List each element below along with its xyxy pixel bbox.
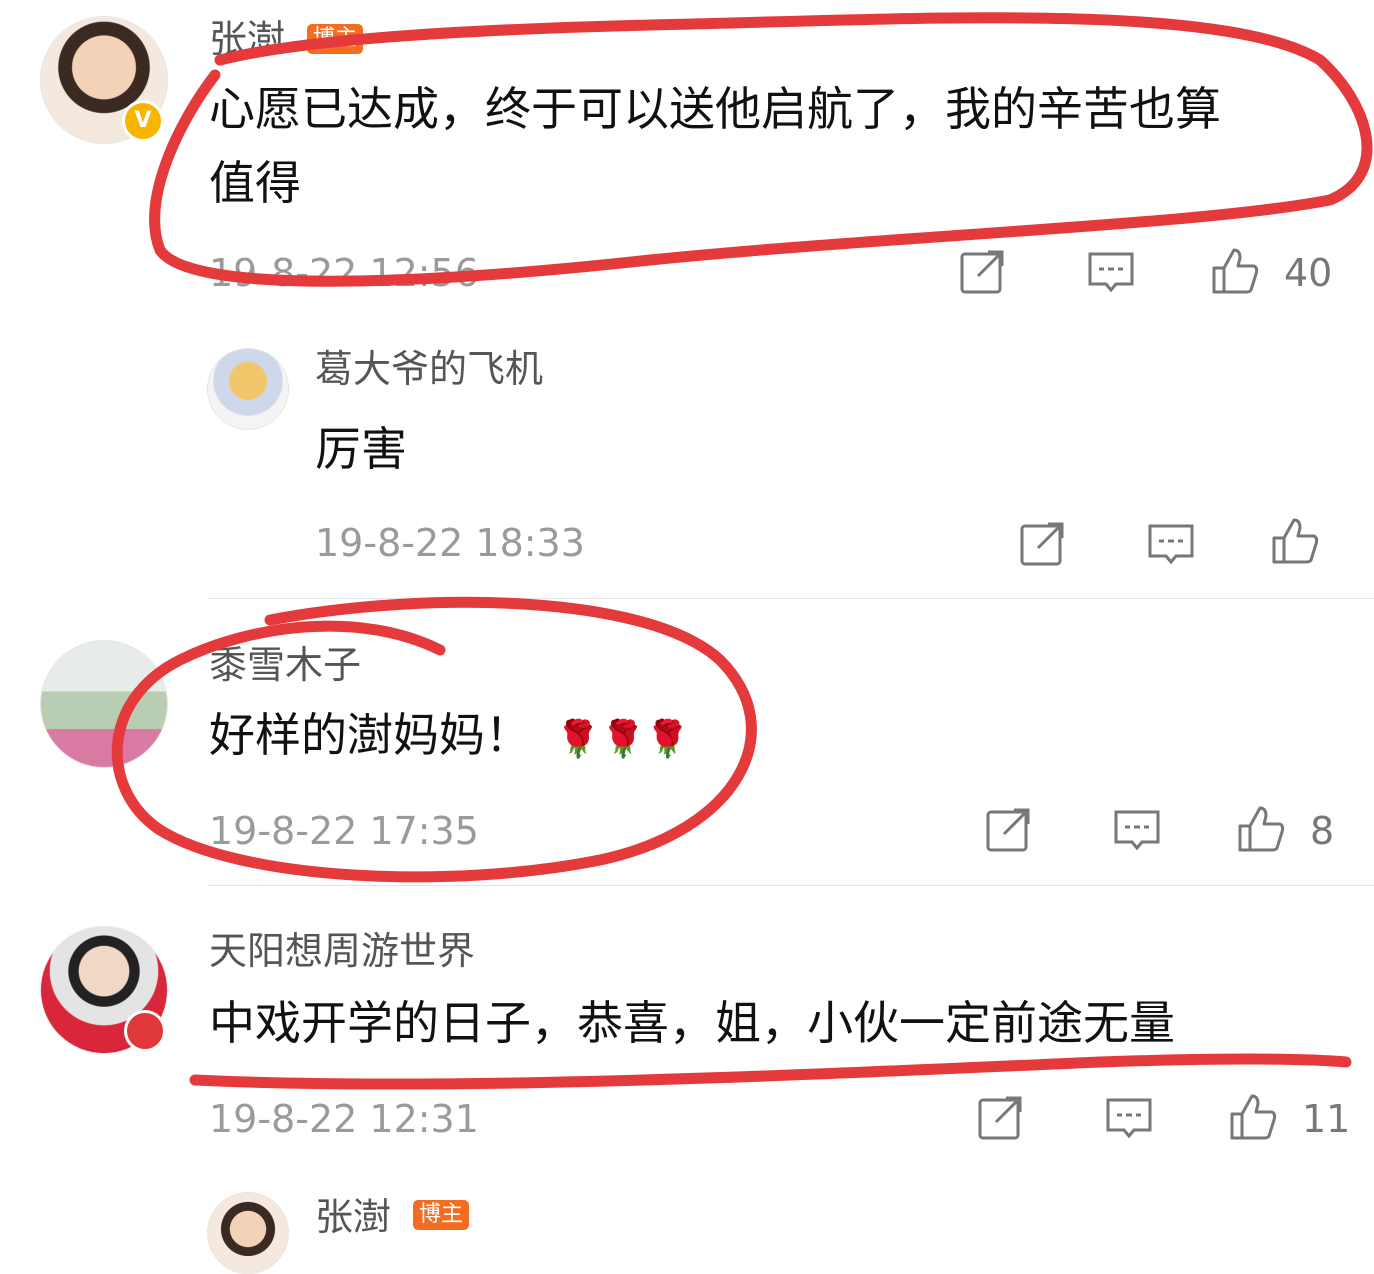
share-icon[interactable] <box>984 804 1034 854</box>
comment-icon[interactable] <box>1146 518 1196 568</box>
underline-annotation <box>189 1053 1352 1090</box>
divider <box>207 598 1374 599</box>
divider <box>207 885 1374 886</box>
share-icon[interactable] <box>1018 518 1068 568</box>
timestamp: 19-8-22 17:35 <box>209 809 479 853</box>
thumbs-up-icon[interactable] <box>1210 246 1260 296</box>
username[interactable]: 黍雪木子 <box>209 646 361 684</box>
comment-icon[interactable] <box>1112 804 1162 854</box>
comment-text: 心愿已达成，终于可以送他启航了，我的辛苦也算 <box>209 82 1221 136</box>
rose-emoji: 🌹🌹🌹 <box>555 719 691 760</box>
like-count: 11 <box>1302 1097 1351 1141</box>
username[interactable]: 张澍 <box>315 1198 391 1236</box>
member-badge-icon <box>124 1010 166 1052</box>
timestamp: 19-8-22 12:31 <box>209 1097 479 1141</box>
avatar[interactable] <box>40 640 168 768</box>
comment-icon[interactable] <box>1086 246 1136 296</box>
comment-text: 中戏开学的日子，恭喜，姐，小伙一定前途无量 <box>209 996 1175 1050</box>
avatar[interactable] <box>207 1192 289 1274</box>
like-count: 40 <box>1284 251 1333 295</box>
share-icon[interactable] <box>976 1092 1026 1142</box>
comment-text: 好样的澍妈妈！ 🌹🌹🌹 <box>209 698 690 777</box>
share-icon[interactable] <box>958 246 1008 296</box>
like-count: 8 <box>1310 809 1335 853</box>
author-badge: 博主 <box>307 24 364 55</box>
circle-annotation <box>149 12 1373 287</box>
timestamp: 19-8-22 12:56 <box>209 251 479 295</box>
thumbs-up-icon[interactable] <box>1228 1092 1278 1142</box>
username[interactable]: 张澍 <box>209 20 285 58</box>
comment-text: 厉害 <box>315 422 407 476</box>
thumbs-up-icon[interactable] <box>1236 804 1286 854</box>
avatar[interactable] <box>207 348 289 430</box>
verified-v-icon: V <box>122 100 164 142</box>
username[interactable]: 天阳想周游世界 <box>209 932 475 970</box>
comment-icon[interactable] <box>1104 1092 1154 1142</box>
author-badge: 博主 <box>413 1200 470 1231</box>
timestamp: 19-8-22 18:33 <box>315 521 585 565</box>
thumbs-up-icon[interactable] <box>1270 516 1320 566</box>
comment-text-body: 好样的澍妈妈！ <box>209 708 531 762</box>
comment-text-line2: 值得 <box>209 156 301 210</box>
username[interactable]: 葛大爷的飞机 <box>315 350 543 388</box>
